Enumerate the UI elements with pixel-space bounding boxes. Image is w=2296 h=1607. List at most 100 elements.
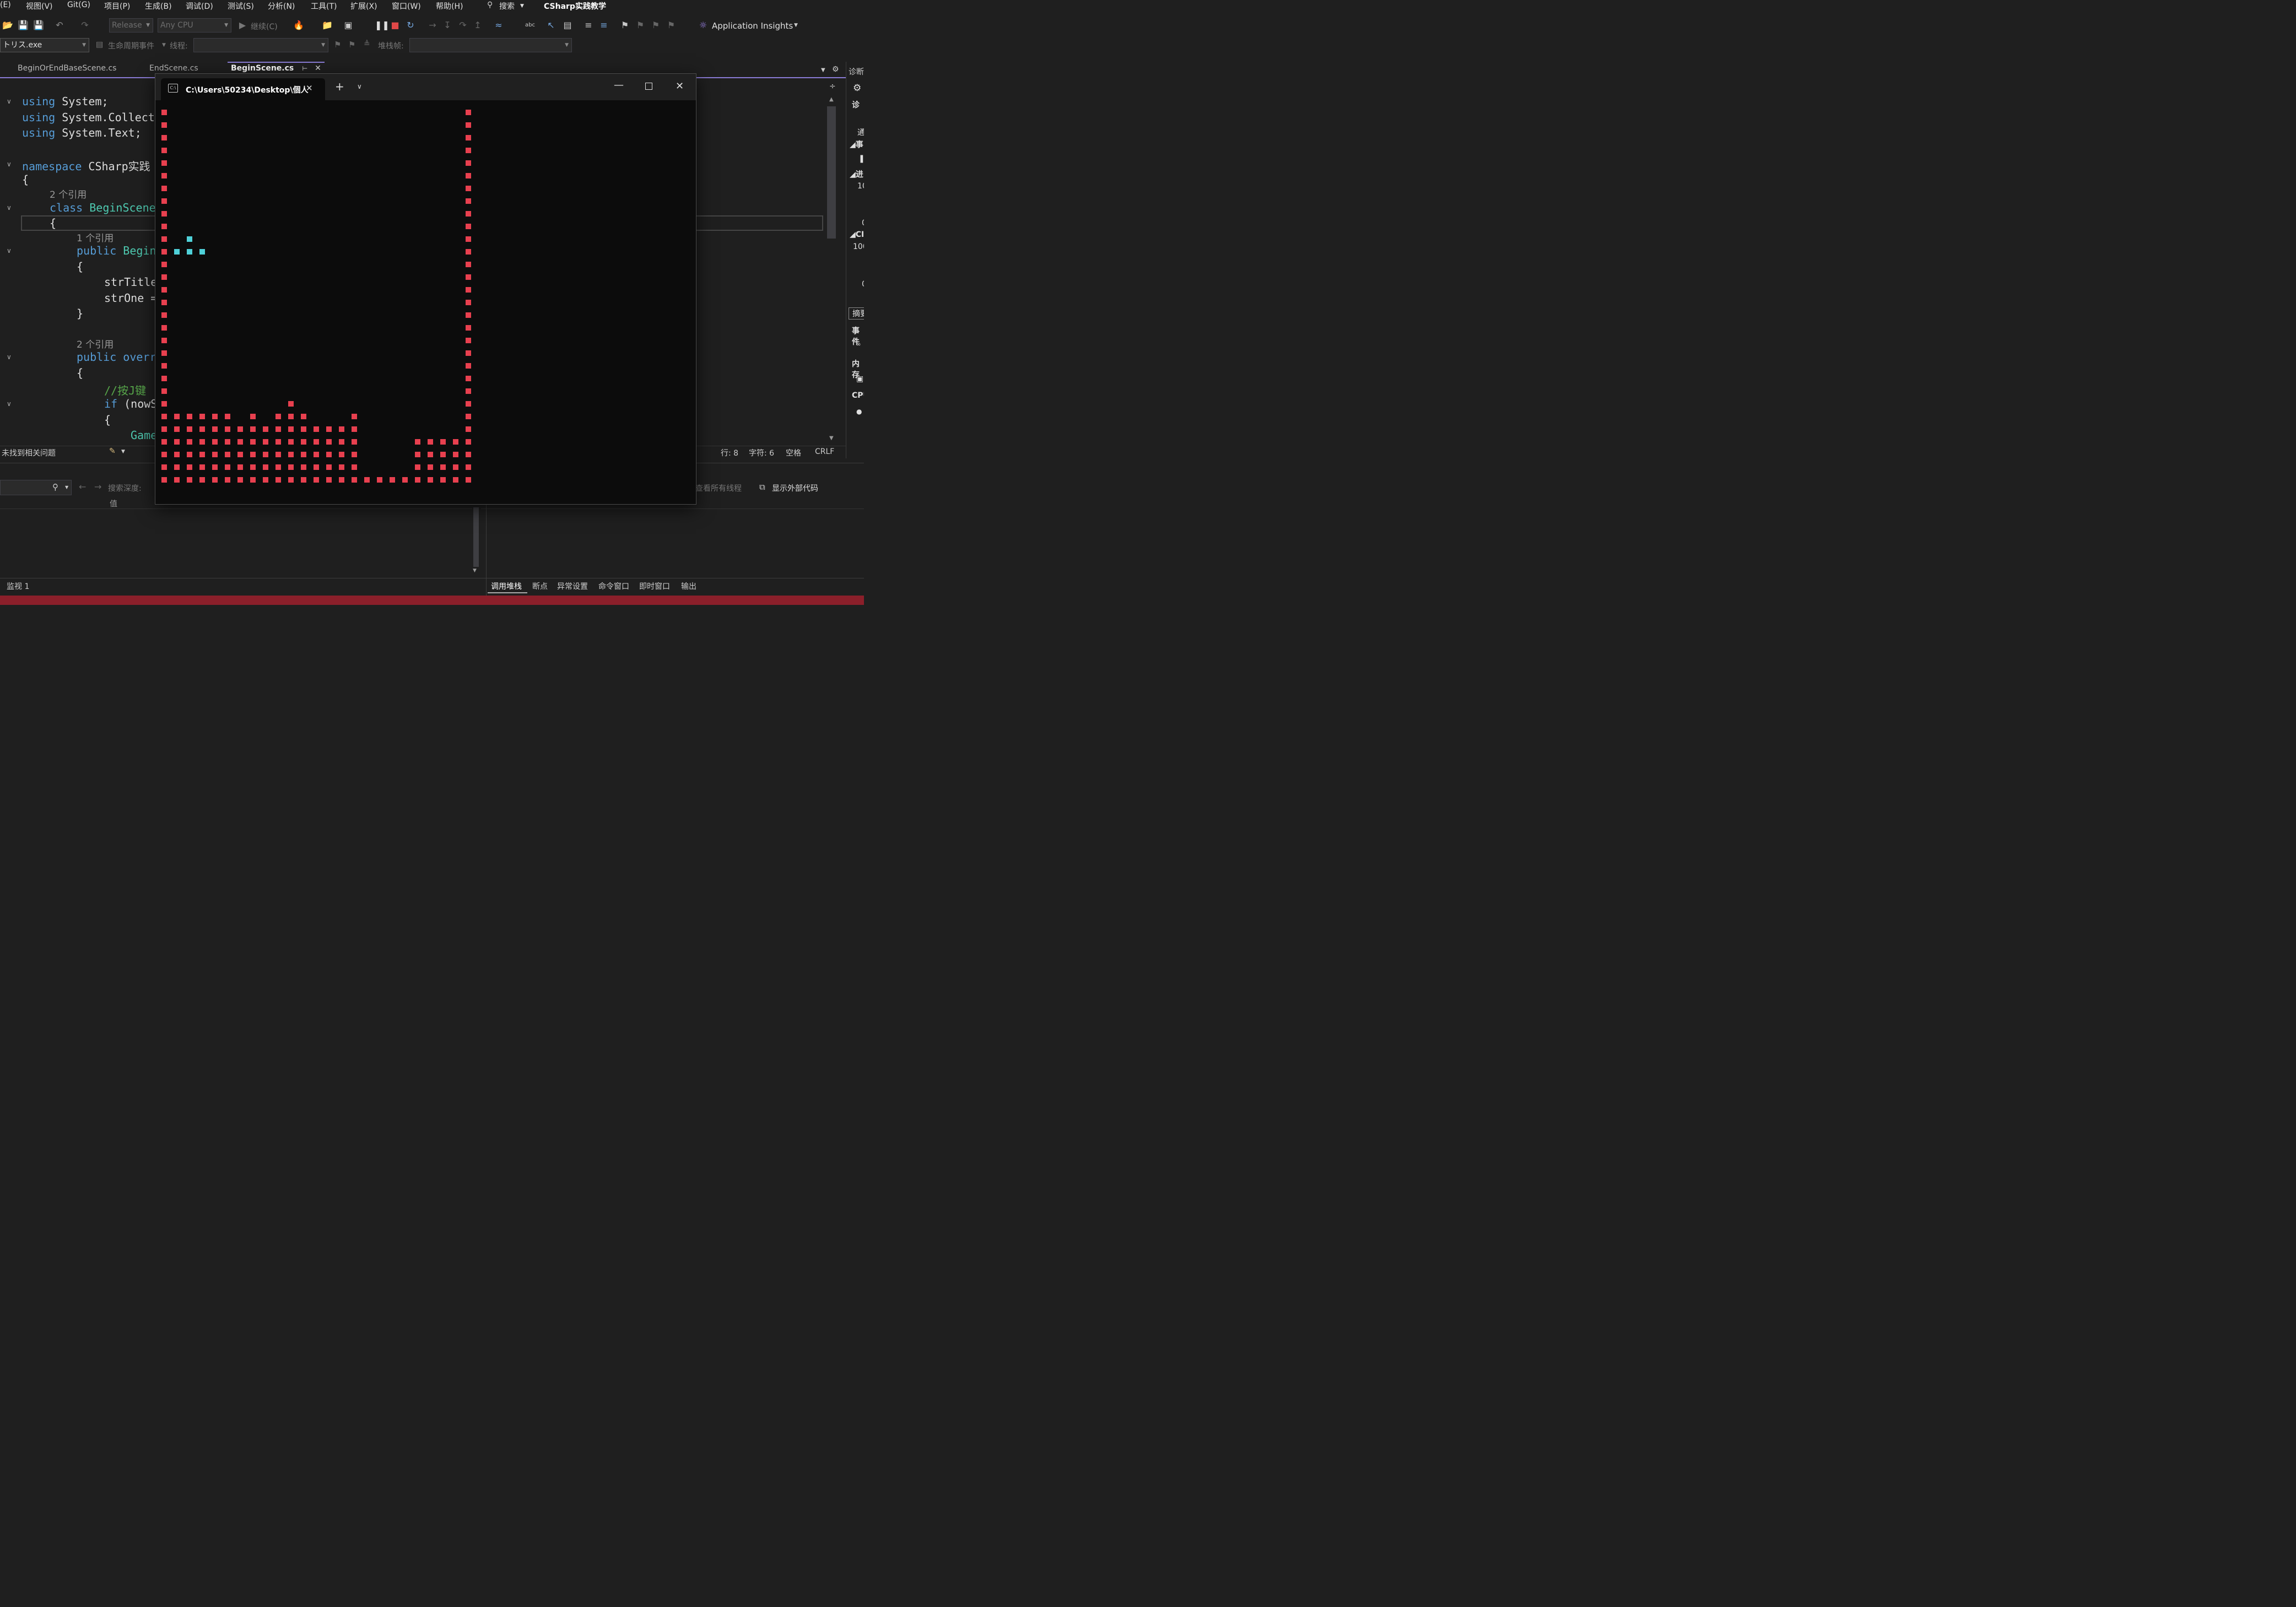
process-section[interactable]: ◢进 — [850, 169, 863, 180]
flag-icon[interactable]: ⚑ — [334, 40, 341, 50]
gear-icon[interactable]: ⚙ — [853, 83, 861, 94]
external-code-icon[interactable]: ⧉ — [759, 482, 765, 492]
save-icon[interactable]: 💾 — [18, 20, 29, 31]
menu-analyze[interactable]: 分析(N) — [268, 1, 295, 12]
codelens-references[interactable]: 2 个引用 — [77, 337, 114, 350]
menu-help[interactable]: 帮助(H) — [436, 1, 463, 12]
clear-bookmarks-icon[interactable]: ⚑ — [666, 20, 677, 31]
stack-icon[interactable]: ≜ — [364, 40, 370, 48]
pin-icon[interactable]: ⊢ — [302, 65, 307, 72]
step-into-icon[interactable]: ↧ — [442, 20, 453, 31]
show-next-statement-icon[interactable]: → — [427, 20, 438, 31]
stop-icon[interactable]: ■ — [390, 20, 401, 31]
tab-output[interactable]: 输出 — [681, 581, 696, 592]
scrollbar-thumb[interactable] — [473, 507, 479, 567]
cleanup-icon[interactable]: ✎ — [109, 447, 116, 456]
continue-button[interactable]: 继续(C) — [251, 21, 278, 32]
thread-select[interactable]: ▼ — [193, 38, 328, 52]
vertical-scrollbar[interactable]: ▲ ▼ — [825, 96, 839, 443]
minimize-icon[interactable]: — — [614, 79, 624, 91]
scroll-down-icon[interactable]: ▼ — [829, 435, 834, 441]
line-indicator[interactable]: 行: 8 — [721, 447, 738, 458]
redo-icon[interactable]: ↷ — [79, 20, 90, 31]
watch-tab[interactable]: 监视 1 — [7, 581, 29, 592]
menu-build[interactable]: 生成(B) — [145, 1, 172, 12]
gear-icon[interactable]: ⚙ — [832, 65, 839, 74]
diagnostics-icon[interactable]: ≈ — [493, 20, 504, 31]
split-icon[interactable]: ÷ — [829, 82, 836, 91]
close-tab-icon[interactable]: ✕ — [315, 64, 321, 73]
fold-icon[interactable]: ∨ — [7, 204, 12, 212]
close-tab-icon[interactable]: ✕ — [306, 83, 313, 93]
menu-test[interactable]: 测试(S) — [228, 1, 254, 12]
show-external-code-button[interactable]: 显示外部代码 — [772, 483, 818, 494]
next-bookmark-icon[interactable]: ⚑ — [650, 20, 661, 31]
platform-select[interactable]: Any CPU ▼ — [158, 18, 231, 33]
fold-icon[interactable]: ∨ — [7, 160, 12, 168]
forward-arrow-icon[interactable]: → — [94, 481, 101, 492]
tab-immediate-window[interactable]: 即时窗口 — [639, 581, 670, 592]
scrollbar-thumb[interactable] — [827, 106, 836, 239]
scroll-down-icon[interactable]: ▼ — [473, 568, 477, 573]
tab-endscene[interactable]: EndScene.cs — [149, 64, 198, 73]
show-all-threads-button[interactable]: 查看所有线程 — [695, 483, 742, 494]
pause-icon[interactable]: ❚❚ — [858, 154, 864, 163]
tab-list-dropdown-icon[interactable]: ▼ — [821, 67, 825, 73]
pause-icon[interactable]: ❚❚ — [375, 20, 390, 31]
console-window[interactable]: C:\ C:\Users\50234\Desktop\個人 ✕ + ∨ — ✕ — [155, 73, 696, 505]
fold-icon[interactable]: ∨ — [7, 400, 12, 408]
search-label[interactable]: 搜索 — [499, 1, 515, 12]
lightbulb-icon[interactable]: ☼ — [698, 20, 709, 31]
tab-call-stack[interactable]: 调用堆栈 — [488, 578, 527, 593]
search-icon[interactable]: ⚲ — [52, 482, 58, 492]
menu-git[interactable]: Git(G) — [67, 1, 90, 9]
fold-icon[interactable]: ∨ — [7, 353, 12, 361]
issues-status[interactable]: 未找到相关问题 — [2, 447, 56, 458]
menu-project[interactable]: 项目(P) — [104, 1, 130, 12]
cpu-section[interactable]: ◢CI — [850, 230, 864, 239]
tab-beginorendbasescene[interactable]: BeginOrEndBaseScene.cs — [18, 64, 116, 73]
fold-icon[interactable]: ∨ — [7, 247, 12, 255]
step-out-icon[interactable]: ↥ — [472, 20, 483, 31]
tab-exception-settings[interactable]: 异常设置 — [557, 581, 588, 592]
codelens-references[interactable]: 2 个引用 — [50, 187, 87, 201]
console-tab[interactable]: C:\ C:\Users\50234\Desktop\個人 ✕ — [161, 78, 325, 100]
menu-extensions[interactable]: 扩展(X) — [350, 1, 377, 12]
tab-breakpoints[interactable]: 断点 — [532, 581, 548, 592]
stackframe-select[interactable]: ▼ — [409, 38, 572, 52]
process-select[interactable]: トリス.exe ▼ — [0, 38, 89, 52]
new-tab-icon[interactable]: + — [335, 81, 344, 92]
whitespace-indicator[interactable]: 空格 — [786, 447, 801, 458]
step-over-icon[interactable]: ↷ — [457, 20, 468, 31]
restart-icon[interactable]: ↻ — [405, 20, 416, 31]
link-icon[interactable]: ∞ — [856, 342, 861, 348]
menu-debug[interactable]: 调试(D) — [186, 1, 213, 12]
outdent-icon[interactable]: ≡ — [598, 20, 609, 31]
menu-tools[interactable]: 工具(T) — [311, 1, 337, 12]
codelens-references[interactable]: 1 个引用 — [77, 230, 114, 244]
search-icon[interactable]: ⚲ — [487, 1, 493, 9]
close-window-icon[interactable]: ✕ — [676, 80, 684, 92]
window-icon[interactable]: ▣ — [343, 20, 354, 31]
flag-threads-icon[interactable]: ⚑ — [348, 40, 355, 50]
camera-icon[interactable]: ▣ — [856, 375, 863, 383]
back-arrow-icon[interactable]: ← — [79, 481, 86, 492]
bookmark-icon[interactable]: ⚑ — [619, 20, 630, 31]
line-ending-indicator[interactable]: CRLF — [815, 447, 834, 456]
play-icon[interactable]: ▶ — [237, 20, 248, 31]
record-icon[interactable]: ● — [856, 408, 862, 415]
watch-scrollbar[interactable]: ▼ — [472, 507, 481, 573]
open-folder-icon[interactable]: 📂 — [2, 20, 13, 31]
indent-icon[interactable]: ≡ — [583, 20, 594, 31]
cpu-tab[interactable]: CPU — [852, 391, 864, 400]
menu-edit[interactable]: (E) — [0, 1, 11, 9]
char-indicator[interactable]: 字符: 6 — [749, 447, 774, 458]
undo-icon[interactable]: ↶ — [54, 20, 65, 31]
tab-command-window[interactable]: 命令窗口 — [598, 581, 629, 592]
console-titlebar[interactable]: C:\ C:\Users\50234\Desktop\個人 ✕ + ∨ — ✕ — [155, 74, 696, 100]
spellcheck-icon[interactable]: abc — [525, 20, 536, 31]
events-section[interactable]: ◢事 — [850, 139, 863, 150]
prev-bookmark-icon[interactable]: ⚑ — [635, 20, 646, 31]
summary-tab[interactable]: 摘要 — [849, 307, 864, 320]
config-select[interactable]: Release ▼ — [109, 18, 153, 33]
